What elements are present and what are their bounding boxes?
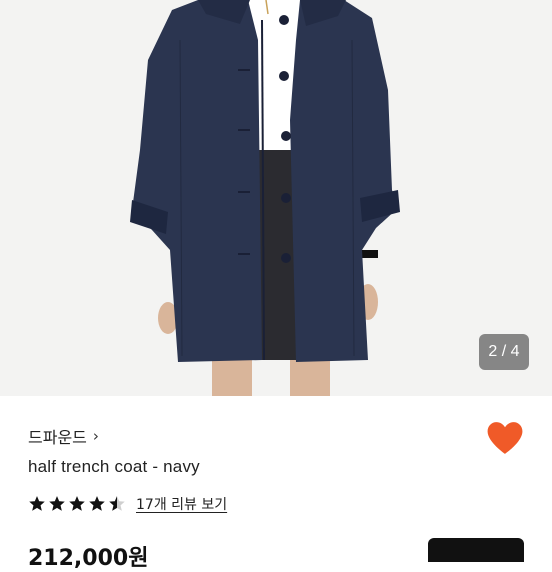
- brand-name: 드파운드: [28, 428, 87, 447]
- star-icon: [69, 496, 85, 511]
- price: 212,000원: [28, 546, 149, 571]
- star-rating: [28, 495, 126, 513]
- heart-icon[interactable]: [486, 420, 524, 456]
- product-photo: [130, 0, 400, 396]
- product-title: half trench coat - navy: [28, 457, 200, 476]
- chevron-right-icon: ›: [92, 427, 99, 445]
- rating-row: 17개 리뷰 보기: [28, 494, 227, 514]
- brand-link[interactable]: 드파운드 ›: [28, 424, 99, 448]
- reviews-link[interactable]: 17개 리뷰 보기: [136, 494, 227, 514]
- star-icon: [109, 496, 125, 511]
- star-icon: [89, 496, 105, 511]
- product-image-gallery[interactable]: 2 / 4: [0, 0, 552, 396]
- star-icon: [49, 496, 65, 511]
- buy-button[interactable]: [428, 538, 524, 562]
- star-icon: [29, 496, 45, 511]
- image-counter: 2 / 4: [479, 334, 529, 370]
